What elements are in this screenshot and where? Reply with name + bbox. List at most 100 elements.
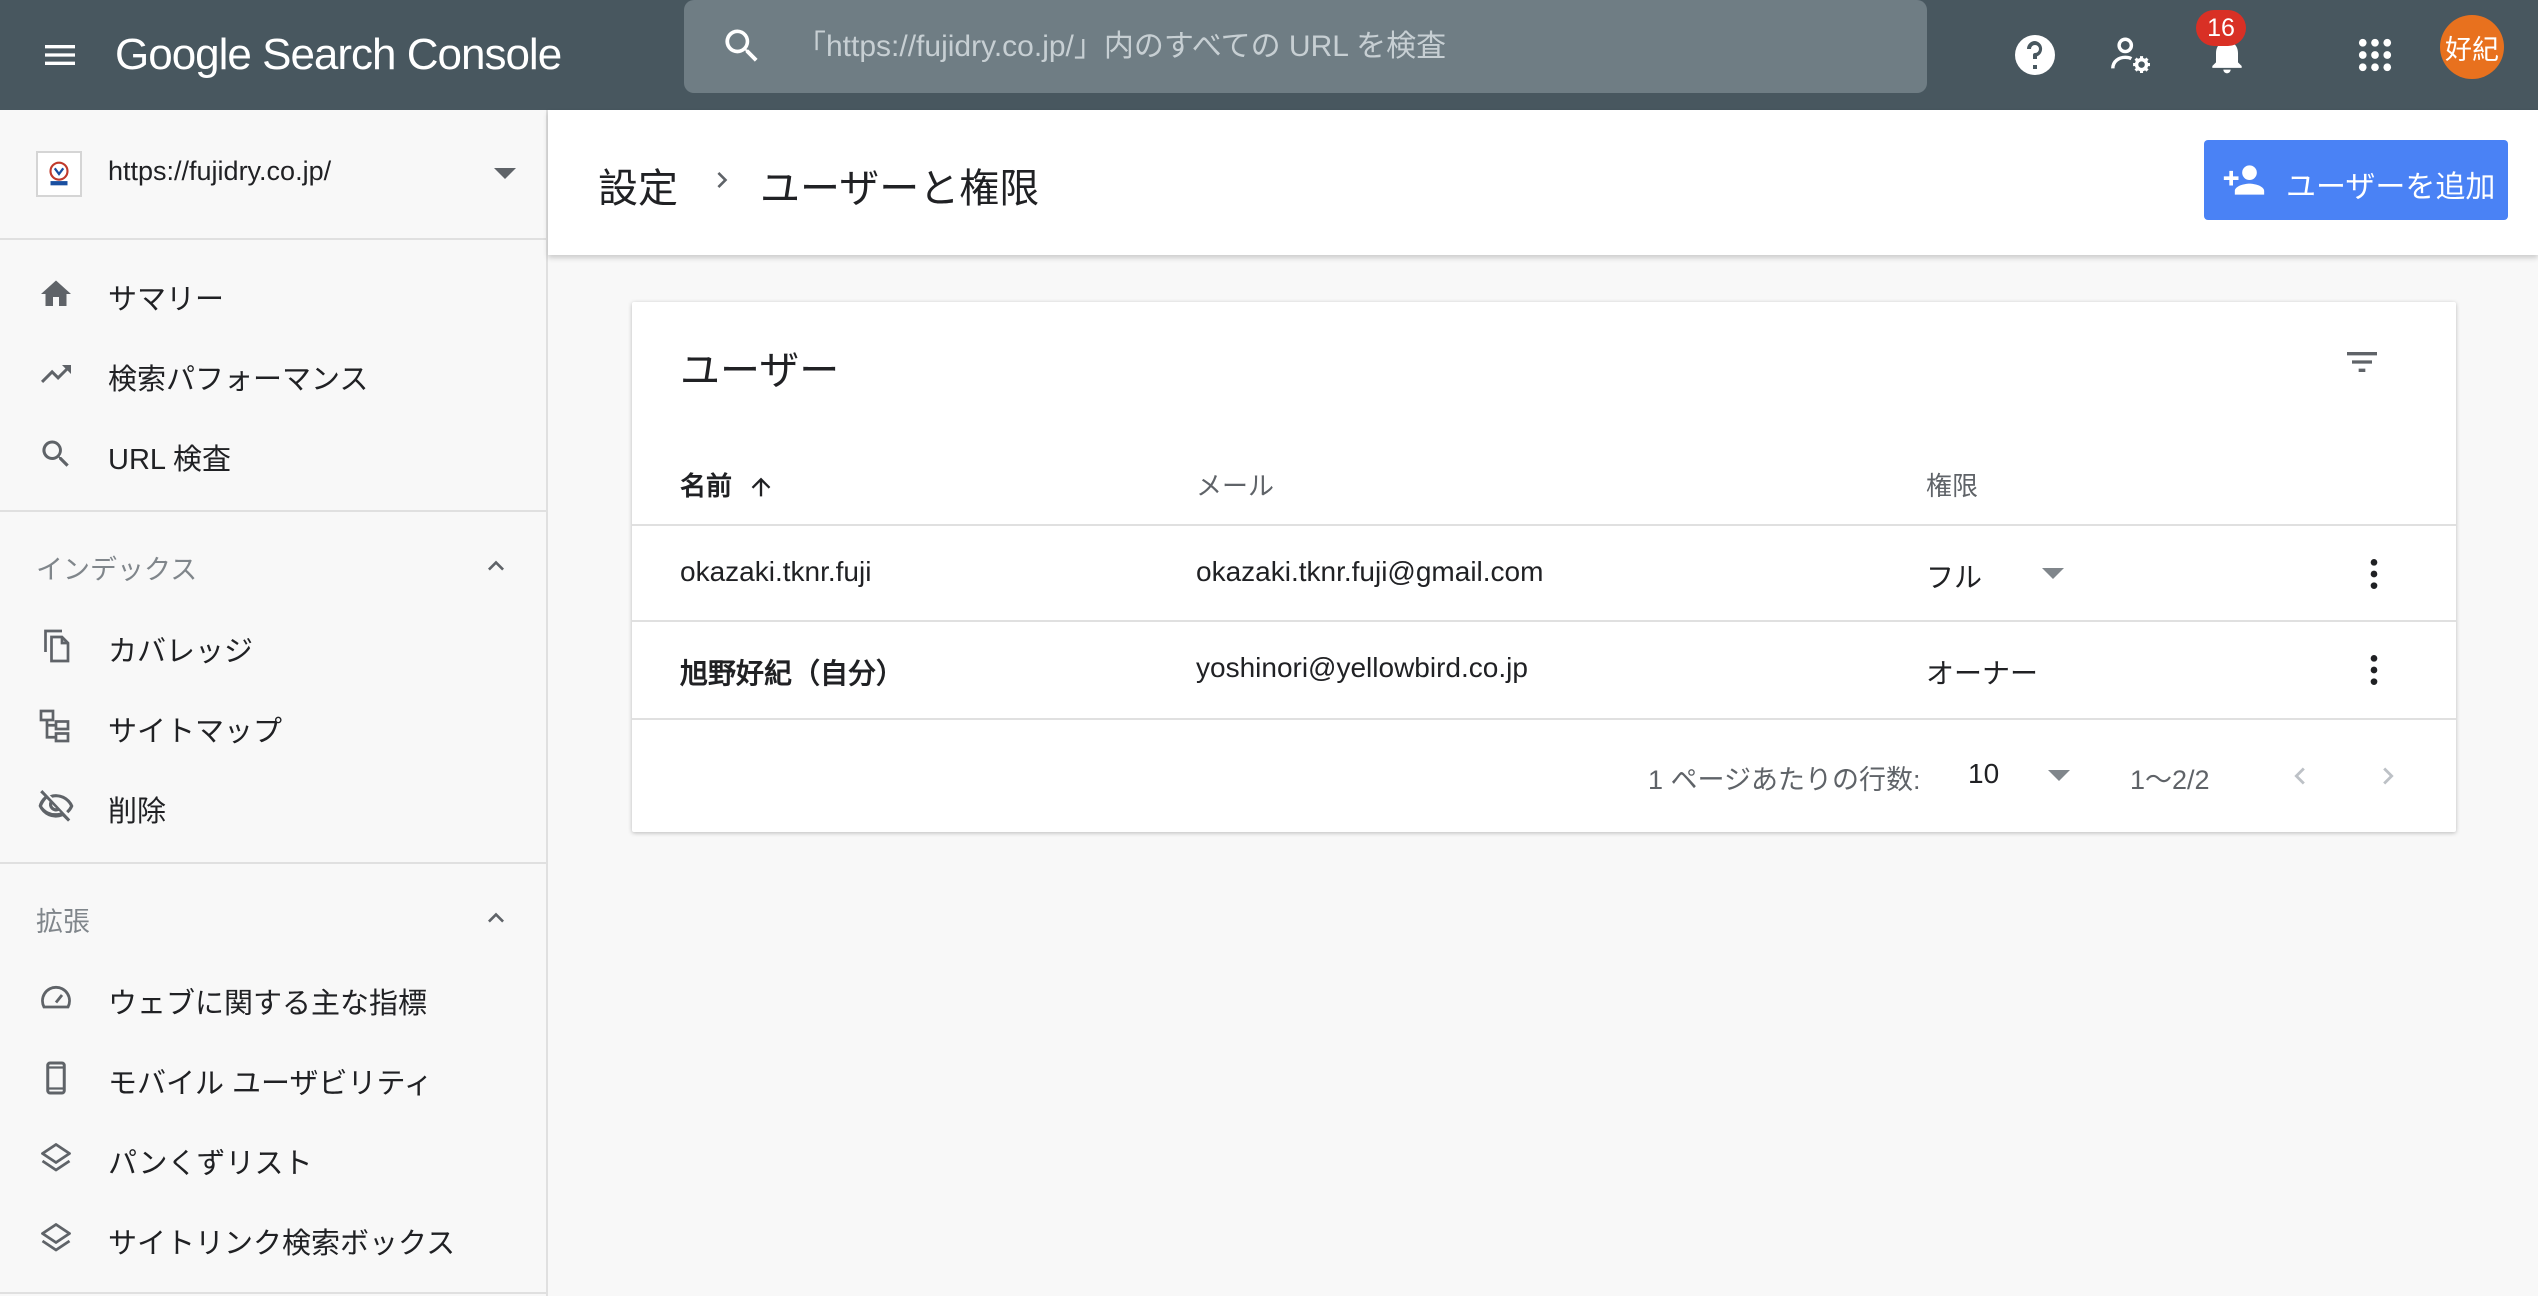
section-index-toggle[interactable]: インデックス [0, 528, 546, 598]
users-card: ユーザー 名前 メール 権限 okazaki.tknr.fuji okazaki… [632, 302, 2456, 832]
sitemap-icon [36, 706, 76, 746]
sidebar-item-breadcrumbs[interactable]: パンくずリスト [0, 1118, 546, 1198]
column-header-label: 名前 [680, 471, 733, 501]
section-enhancements-toggle[interactable]: 拡張 [0, 880, 546, 950]
sidebar-item-label: 削除 [108, 796, 167, 828]
notifications-count-badge: 16 [2196, 10, 2246, 46]
chevron-up-icon [480, 902, 512, 939]
layers-icon [36, 1138, 76, 1178]
person-settings-icon [2111, 37, 2150, 74]
chevron-right-icon [2383, 767, 2394, 785]
sidebar-divider [0, 1292, 546, 1294]
chevron-right-icon [706, 164, 738, 201]
property-favicon [36, 151, 82, 197]
sidebar-item-label: サイトリンク検索ボックス [108, 1228, 456, 1260]
eye-off-icon [36, 786, 76, 826]
row-more-options-button[interactable] [2344, 640, 2404, 700]
arrow-up-sort-icon [751, 477, 771, 497]
section-title: 拡張 [36, 907, 90, 937]
speed-gauge-icon [36, 978, 76, 1018]
person-add-icon [2220, 158, 2268, 207]
app-logo[interactable]: Google Search Console [115, 18, 562, 92]
previous-page-button[interactable] [2272, 748, 2328, 804]
permission-dropdown[interactable]: フル [1926, 554, 2064, 594]
sidebar-item-mobile-usability[interactable]: モバイル ユーザビリティ [0, 1038, 546, 1118]
sidebar-item-core-web-vitals[interactable]: ウェブに関する主な指標 [0, 958, 546, 1038]
column-header-name[interactable]: 名前 [680, 466, 775, 503]
column-header-email[interactable]: メール [1196, 466, 1274, 503]
pagination-range: 1〜2/2 [2130, 765, 2210, 795]
card-title: ユーザー [680, 349, 840, 393]
apps-grid-icon [2358, 38, 2392, 72]
breadcrumb-settings[interactable]: 設定 [598, 156, 678, 214]
sidebar-item-label: パンくずリスト [108, 1148, 313, 1180]
sidebar-item-label: サイトマップ [108, 716, 283, 748]
property-selector[interactable]: https://fujidry.co.jp/ [0, 110, 546, 240]
sidebar-item-label: モバイル ユーザビリティ [108, 1068, 433, 1100]
layers-icon [36, 1218, 76, 1258]
sidebar-item-label: サマリー [108, 284, 225, 316]
page-title: ユーザーと権限 [760, 167, 1040, 211]
section-title: インデックス [36, 555, 198, 585]
dropdown-arrow-icon [2042, 568, 2064, 579]
row-more-options-button[interactable] [2344, 544, 2404, 604]
column-header-permission[interactable]: 権限 [1926, 466, 1978, 503]
table-pagination: 1 ページあたりの行数: 10 1〜2/2 [632, 718, 2456, 832]
rows-per-page-label: 1 ページあたりの行数: [1648, 765, 1921, 795]
more-vert-icon [2370, 559, 2378, 589]
google-apps-button[interactable] [2340, 20, 2410, 90]
main-menu-button[interactable] [30, 21, 90, 89]
sidebar-item-search-performance[interactable]: 検索パフォーマンス [0, 334, 546, 414]
property-url: https://fujidry.co.jp/ [108, 156, 332, 186]
add-user-button[interactable]: ユーザーを追加 [2204, 140, 2508, 220]
account-settings-button[interactable] [2096, 20, 2166, 90]
search-icon [720, 24, 764, 73]
user-name: okazaki.tknr.fuji [680, 556, 872, 587]
top-app-bar: Google Search Console 16 好紀 [0, 0, 2538, 110]
page-header: 設定 ユーザーと権限 ユーザーを追加 [548, 110, 2538, 255]
sidebar-item-removals[interactable]: 削除 [0, 766, 546, 846]
sidebar-item-sitemaps[interactable]: サイトマップ [0, 686, 546, 766]
sidebar-divider [0, 510, 546, 512]
user-name: 旭野好紀（自分） [680, 658, 905, 689]
help-button[interactable] [2000, 20, 2070, 90]
table-row: okazaki.tknr.fuji okazaki.tknr.fuji@gmai… [632, 524, 2456, 620]
dropdown-arrow-icon [2048, 770, 2070, 781]
url-inspection-search[interactable] [684, 0, 1927, 93]
sidebar-item-label: 検索パフォーマンス [108, 364, 369, 396]
permission-value: フル [1926, 562, 1983, 593]
sidebar-item-url-inspection[interactable]: URL 検査 [0, 414, 546, 494]
search-input[interactable] [794, 0, 1894, 93]
table-row: 旭野好紀（自分） yoshinori@yellowbird.co.jp オーナー [632, 620, 2456, 716]
sidebar-item-coverage[interactable]: カバレッジ [0, 606, 546, 686]
dropdown-arrow-icon [494, 168, 516, 179]
copy-pages-icon [36, 626, 76, 666]
filter-list-icon [2347, 352, 2377, 372]
sidebar-item-label: カバレッジ [108, 636, 254, 668]
sidebar-item-label: URL 検査 [108, 444, 231, 476]
sidebar-item-sitelinks-searchbox[interactable]: サイトリンク検索ボックス [0, 1198, 546, 1278]
sidebar-item-label: ウェブに関する主な指標 [108, 988, 428, 1020]
hamburger-menu-icon [45, 45, 75, 65]
permission-value: オーナー [1926, 658, 2039, 689]
sidebar-divider [0, 862, 546, 864]
next-page-button[interactable] [2360, 748, 2416, 804]
sidebar: https://fujidry.co.jp/ サマリー 検索パフォーマンス UR… [0, 110, 548, 1296]
account-avatar[interactable]: 好紀 [2440, 15, 2504, 79]
smartphone-icon [36, 1058, 76, 1098]
rows-per-page-select[interactable]: 10 [1968, 756, 2078, 796]
trending-up-icon [36, 354, 76, 394]
user-email: okazaki.tknr.fuji@gmail.com [1196, 556, 1544, 587]
more-vert-icon [2370, 655, 2378, 685]
search-icon [36, 434, 76, 474]
sidebar-item-summary[interactable]: サマリー [0, 254, 546, 334]
site-logo-icon [49, 161, 69, 186]
filter-button[interactable] [2332, 332, 2392, 392]
home-icon [36, 274, 76, 314]
chevron-up-icon [480, 550, 512, 587]
rows-per-page-value: 10 [1968, 758, 2000, 789]
help-icon [2015, 35, 2055, 75]
chevron-left-icon [2294, 767, 2305, 785]
user-email: yoshinori@yellowbird.co.jp [1196, 652, 1528, 683]
add-user-label: ユーザーを追加 [2286, 171, 2496, 204]
